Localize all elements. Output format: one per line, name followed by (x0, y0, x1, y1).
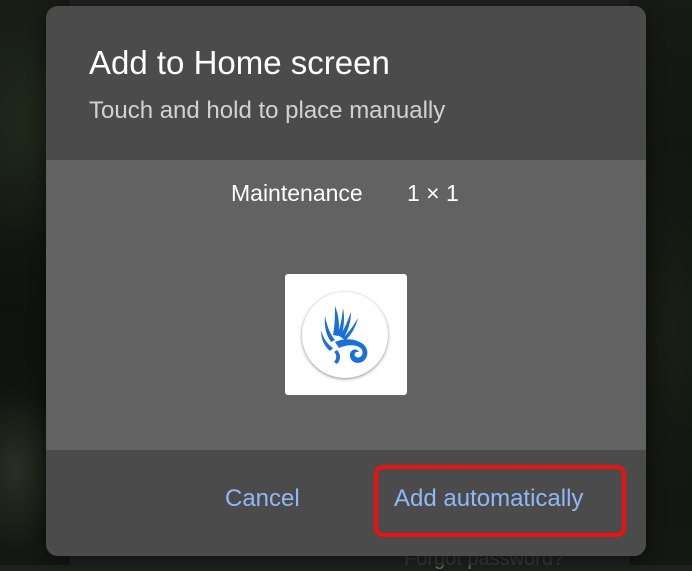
widget-size: 1 × 1 (407, 180, 459, 206)
cancel-button[interactable]: Cancel (225, 485, 300, 513)
highlight-outline (374, 465, 626, 537)
dialog-title: Add to Home screen (89, 44, 390, 81)
widget-preview-tile[interactable] (285, 274, 407, 395)
widget-name: Maintenance (231, 180, 363, 206)
blue-swirl-logo-icon (321, 306, 368, 364)
dialog-header (46, 6, 646, 160)
dialog-subtitle: Touch and hold to place manually (89, 97, 446, 124)
app-icon (302, 292, 388, 378)
